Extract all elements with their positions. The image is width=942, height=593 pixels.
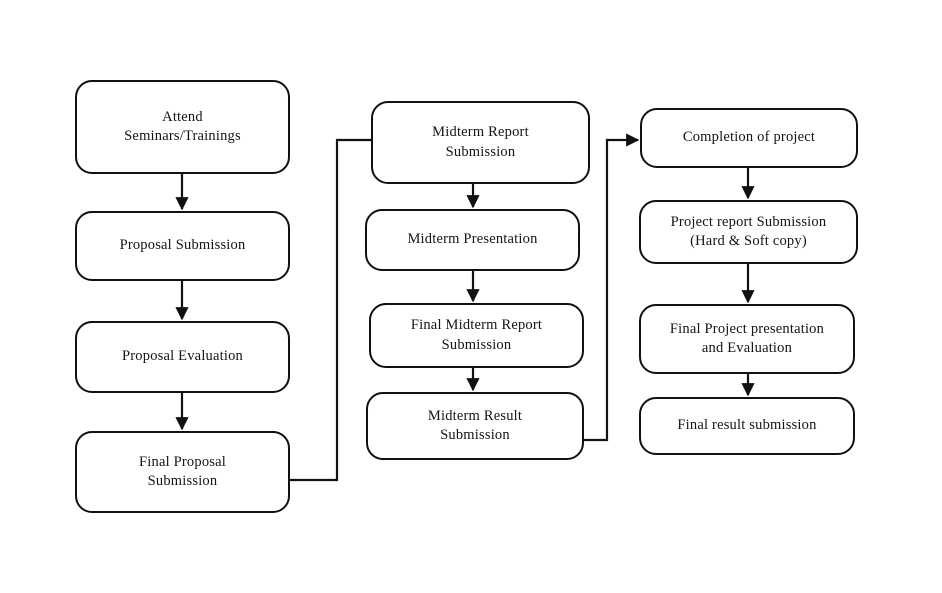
node-label: Final Midterm Report Submission (410, 317, 543, 353)
node-label: Midterm Result Submission (427, 407, 523, 443)
connector-midterm-result-to-completion (584, 133, 640, 442)
connector-final-proposal-to-midterm-report (290, 138, 371, 482)
flowchart-canvas: Attend Seminars/Trainings Proposal Submi… (0, 0, 942, 593)
node-midterm-result-submission[interactable]: Midterm Result Submission (366, 392, 584, 460)
node-label: Final result submission (677, 417, 817, 434)
node-midterm-presentation[interactable]: Midterm Presentation (365, 209, 580, 271)
node-label: Midterm Report Submission (432, 124, 529, 160)
node-label: Completion of project (682, 129, 816, 146)
node-label: Attend Seminars/Trainings (124, 108, 241, 144)
node-project-report-submission[interactable]: Project report Submission (Hard & Soft c… (639, 200, 858, 264)
node-final-project-presentation[interactable]: Final Project presentation and Evaluatio… (639, 304, 855, 374)
node-label: Proposal Evaluation (122, 348, 243, 365)
node-label: Project report Submission (Hard & Soft c… (670, 213, 827, 249)
node-proposal-submission[interactable]: Proposal Submission (75, 211, 290, 281)
node-final-result-submission[interactable]: Final result submission (639, 397, 855, 455)
node-label: Midterm Presentation (407, 231, 538, 248)
node-label: Final Proposal Submission (139, 453, 226, 489)
node-final-midterm-report-submission[interactable]: Final Midterm Report Submission (369, 303, 584, 368)
node-label: Final Project presentation and Evaluatio… (669, 320, 825, 356)
node-midterm-report-submission[interactable]: Midterm Report Submission (371, 101, 590, 184)
node-attend-seminars[interactable]: Attend Seminars/Trainings (75, 80, 290, 174)
node-label: Proposal Submission (119, 237, 246, 254)
node-completion-of-project[interactable]: Completion of project (640, 108, 858, 168)
node-final-proposal-submission[interactable]: Final Proposal Submission (75, 431, 290, 513)
node-proposal-evaluation[interactable]: Proposal Evaluation (75, 321, 290, 393)
